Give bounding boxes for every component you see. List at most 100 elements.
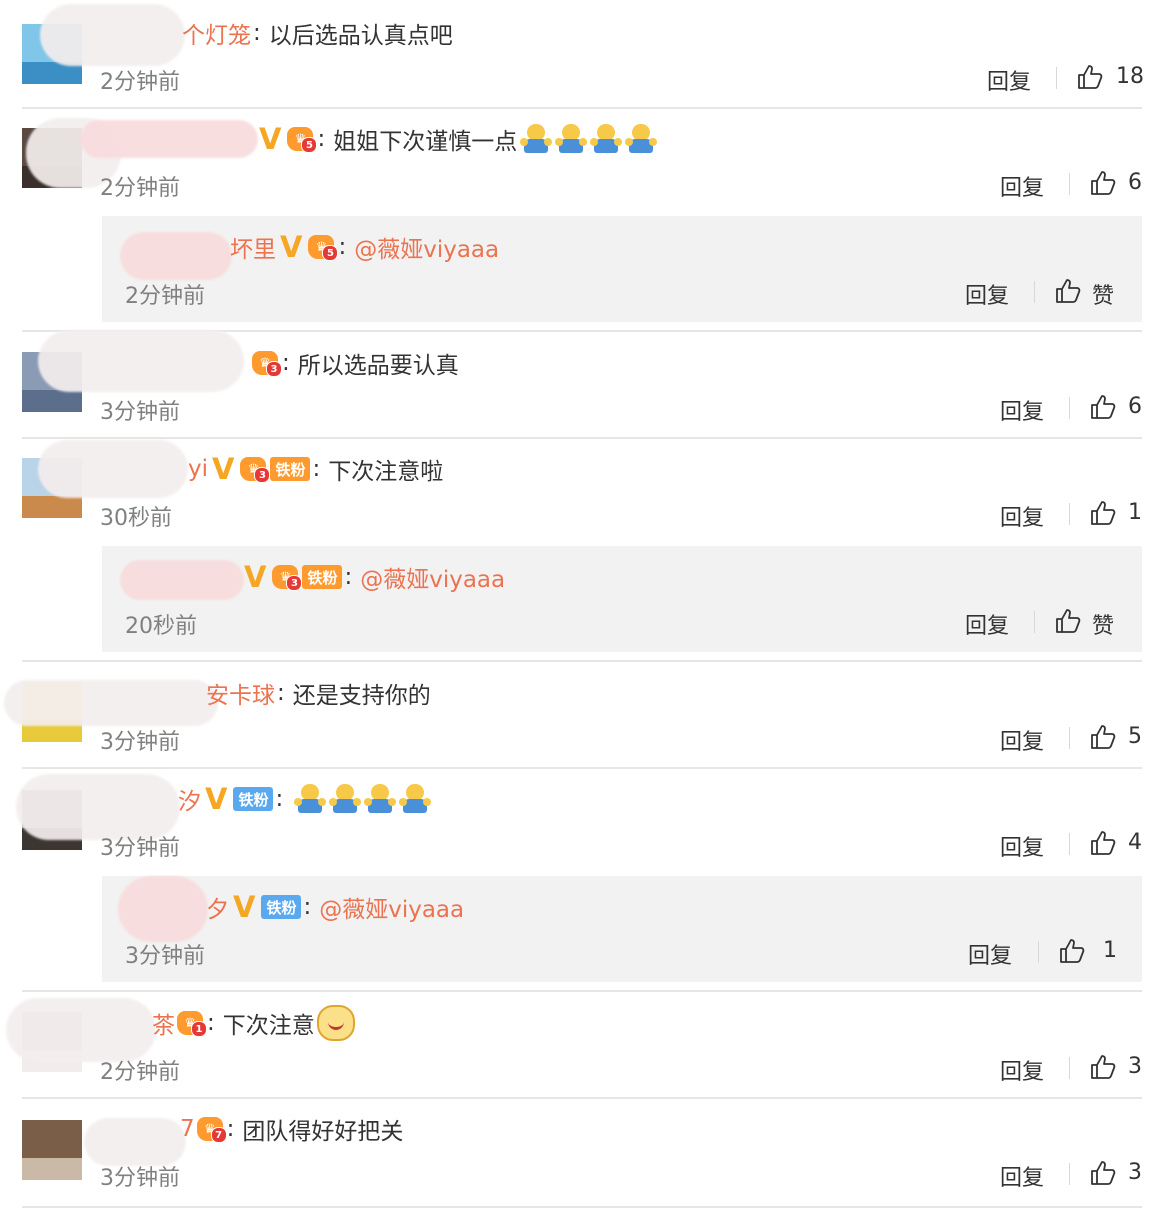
mention-link[interactable]: @薇娅viyaaa bbox=[319, 890, 464, 924]
reply-button[interactable]: 回复 bbox=[965, 608, 1009, 640]
blurred-username bbox=[38, 330, 244, 392]
username[interactable]: yi bbox=[188, 456, 208, 482]
colon: : bbox=[275, 786, 284, 812]
divider-vertical bbox=[1034, 281, 1035, 303]
like-count: 6 bbox=[1128, 170, 1142, 195]
reply-button[interactable]: 回复 bbox=[968, 938, 1012, 970]
divider bbox=[22, 1206, 1142, 1208]
comment-text: 下次注意啦 bbox=[328, 459, 444, 485]
timestamp: 3分钟前 bbox=[100, 730, 180, 755]
reply-button[interactable]: 回复 bbox=[1000, 1160, 1044, 1192]
timestamp: 2分钟前 bbox=[100, 1060, 180, 1085]
fan-badge[interactable]: 铁粉 bbox=[261, 895, 302, 919]
thumbs-up-icon[interactable] bbox=[1089, 393, 1117, 421]
crown-badge-icon[interactable]: ♛ 3 bbox=[252, 351, 282, 377]
divider-vertical bbox=[1034, 611, 1035, 633]
colon: : bbox=[253, 20, 261, 46]
thumbs-up-icon[interactable] bbox=[1089, 1053, 1117, 1081]
fan-badge[interactable]: 铁粉 bbox=[233, 787, 274, 811]
verified-icon: V bbox=[205, 782, 228, 816]
username[interactable]: 7 bbox=[180, 1116, 195, 1142]
colon: : bbox=[312, 456, 321, 482]
username[interactable]: 个灯笼 bbox=[182, 16, 251, 50]
reply-button[interactable]: 回复 bbox=[1000, 724, 1044, 756]
divider bbox=[22, 767, 1142, 769]
verified-icon: V bbox=[212, 452, 235, 486]
thumbs-up-icon[interactable] bbox=[1089, 499, 1117, 527]
hug-emoji-icon bbox=[625, 123, 658, 155]
timestamp: 3分钟前 bbox=[100, 836, 180, 861]
verified-icon: V bbox=[259, 122, 282, 156]
blurred-username bbox=[40, 4, 185, 66]
hug-emoji-icon bbox=[399, 783, 432, 815]
thumbs-up-icon[interactable] bbox=[1089, 829, 1117, 857]
avatar[interactable] bbox=[22, 1120, 82, 1180]
crown-badge-icon[interactable]: ♛ 5 bbox=[308, 235, 339, 261]
reply-button[interactable]: 回复 bbox=[1000, 1054, 1044, 1086]
like-count: 6 bbox=[1128, 394, 1142, 419]
comment-text: 姐姐下次谨慎一点 bbox=[333, 129, 518, 155]
username[interactable]: 汐 bbox=[178, 782, 201, 816]
crown-badge-icon[interactable]: ♛ 3 bbox=[240, 457, 271, 483]
thumbs-up-icon[interactable] bbox=[1076, 63, 1104, 91]
hug-emoji-icon bbox=[329, 783, 362, 815]
timestamp: 20秒前 bbox=[125, 614, 197, 639]
cat-emoji-icon bbox=[316, 1005, 355, 1041]
divider-vertical bbox=[1069, 503, 1070, 525]
blurred-username bbox=[120, 560, 244, 600]
divider-vertical bbox=[1069, 727, 1070, 749]
thumbs-up-icon[interactable] bbox=[1089, 723, 1117, 751]
hug-emoji-icon bbox=[590, 123, 623, 155]
divider bbox=[22, 660, 1142, 662]
username[interactable]: 夕 bbox=[206, 890, 229, 924]
fan-badge[interactable]: 铁粉 bbox=[270, 457, 311, 481]
thumbs-up-icon[interactable] bbox=[1089, 169, 1117, 197]
comment-text: 下次注意 bbox=[222, 1013, 315, 1039]
mention-link[interactable]: @薇娅viyaaa bbox=[360, 560, 505, 594]
crown-badge-icon[interactable]: ♛ 1 bbox=[177, 1011, 207, 1037]
like-count: 3 bbox=[1128, 1160, 1142, 1185]
divider bbox=[22, 1097, 1142, 1099]
crown-level: 7 bbox=[210, 1127, 227, 1143]
crown-level: 5 bbox=[322, 245, 339, 261]
thumbs-up-icon[interactable] bbox=[1054, 277, 1082, 305]
timestamp: 2分钟前 bbox=[125, 284, 205, 309]
comment-text: 所以选品要认真 bbox=[297, 353, 459, 379]
blurred-username bbox=[80, 120, 258, 158]
blurred-username bbox=[84, 1118, 186, 1166]
thumbs-up-icon[interactable] bbox=[1058, 937, 1086, 965]
reply-button[interactable]: 回复 bbox=[1000, 830, 1044, 862]
divider bbox=[22, 107, 1142, 109]
reply-button[interactable]: 回复 bbox=[987, 64, 1031, 96]
crown-badge-icon[interactable]: ♛ 7 bbox=[196, 1117, 227, 1143]
colon: : bbox=[277, 680, 285, 706]
like-label[interactable]: 赞 bbox=[1092, 608, 1114, 640]
reply-button[interactable]: 回复 bbox=[1000, 500, 1044, 532]
comment-text: 以后选品认真点吧 bbox=[268, 23, 453, 49]
reply-button[interactable]: 回复 bbox=[1000, 170, 1044, 202]
crown-badge-icon[interactable]: ♛ 5 bbox=[287, 127, 318, 153]
like-count: 1 bbox=[1128, 500, 1142, 525]
comment-text: 还是支持你的 bbox=[292, 683, 431, 709]
thumbs-up-icon[interactable] bbox=[1054, 607, 1082, 635]
mention-link[interactable]: @薇娅viyaaa bbox=[354, 230, 499, 264]
colon: : bbox=[344, 564, 353, 590]
thumbs-up-icon[interactable] bbox=[1089, 1159, 1117, 1187]
reply-button[interactable]: 回复 bbox=[965, 278, 1009, 310]
like-label[interactable]: 赞 bbox=[1092, 278, 1114, 310]
username[interactable]: 安卡球 bbox=[206, 676, 275, 710]
colon: : bbox=[303, 894, 312, 920]
blurred-username bbox=[118, 876, 208, 942]
fan-badge[interactable]: 铁粉 bbox=[302, 565, 343, 589]
hug-emoji-icon bbox=[555, 123, 588, 155]
divider-vertical bbox=[1069, 397, 1070, 419]
username[interactable]: 坏里 bbox=[230, 230, 276, 264]
verified-icon: V bbox=[244, 560, 267, 594]
reply-button[interactable]: 回复 bbox=[1000, 394, 1044, 426]
colon: : bbox=[338, 234, 347, 260]
crown-badge-icon[interactable]: ♛ 3 bbox=[272, 565, 303, 591]
blurred-username bbox=[6, 998, 156, 1062]
colon: : bbox=[226, 1116, 235, 1142]
username[interactable]: 茶 bbox=[152, 1006, 175, 1040]
like-count: 5 bbox=[1128, 724, 1142, 749]
